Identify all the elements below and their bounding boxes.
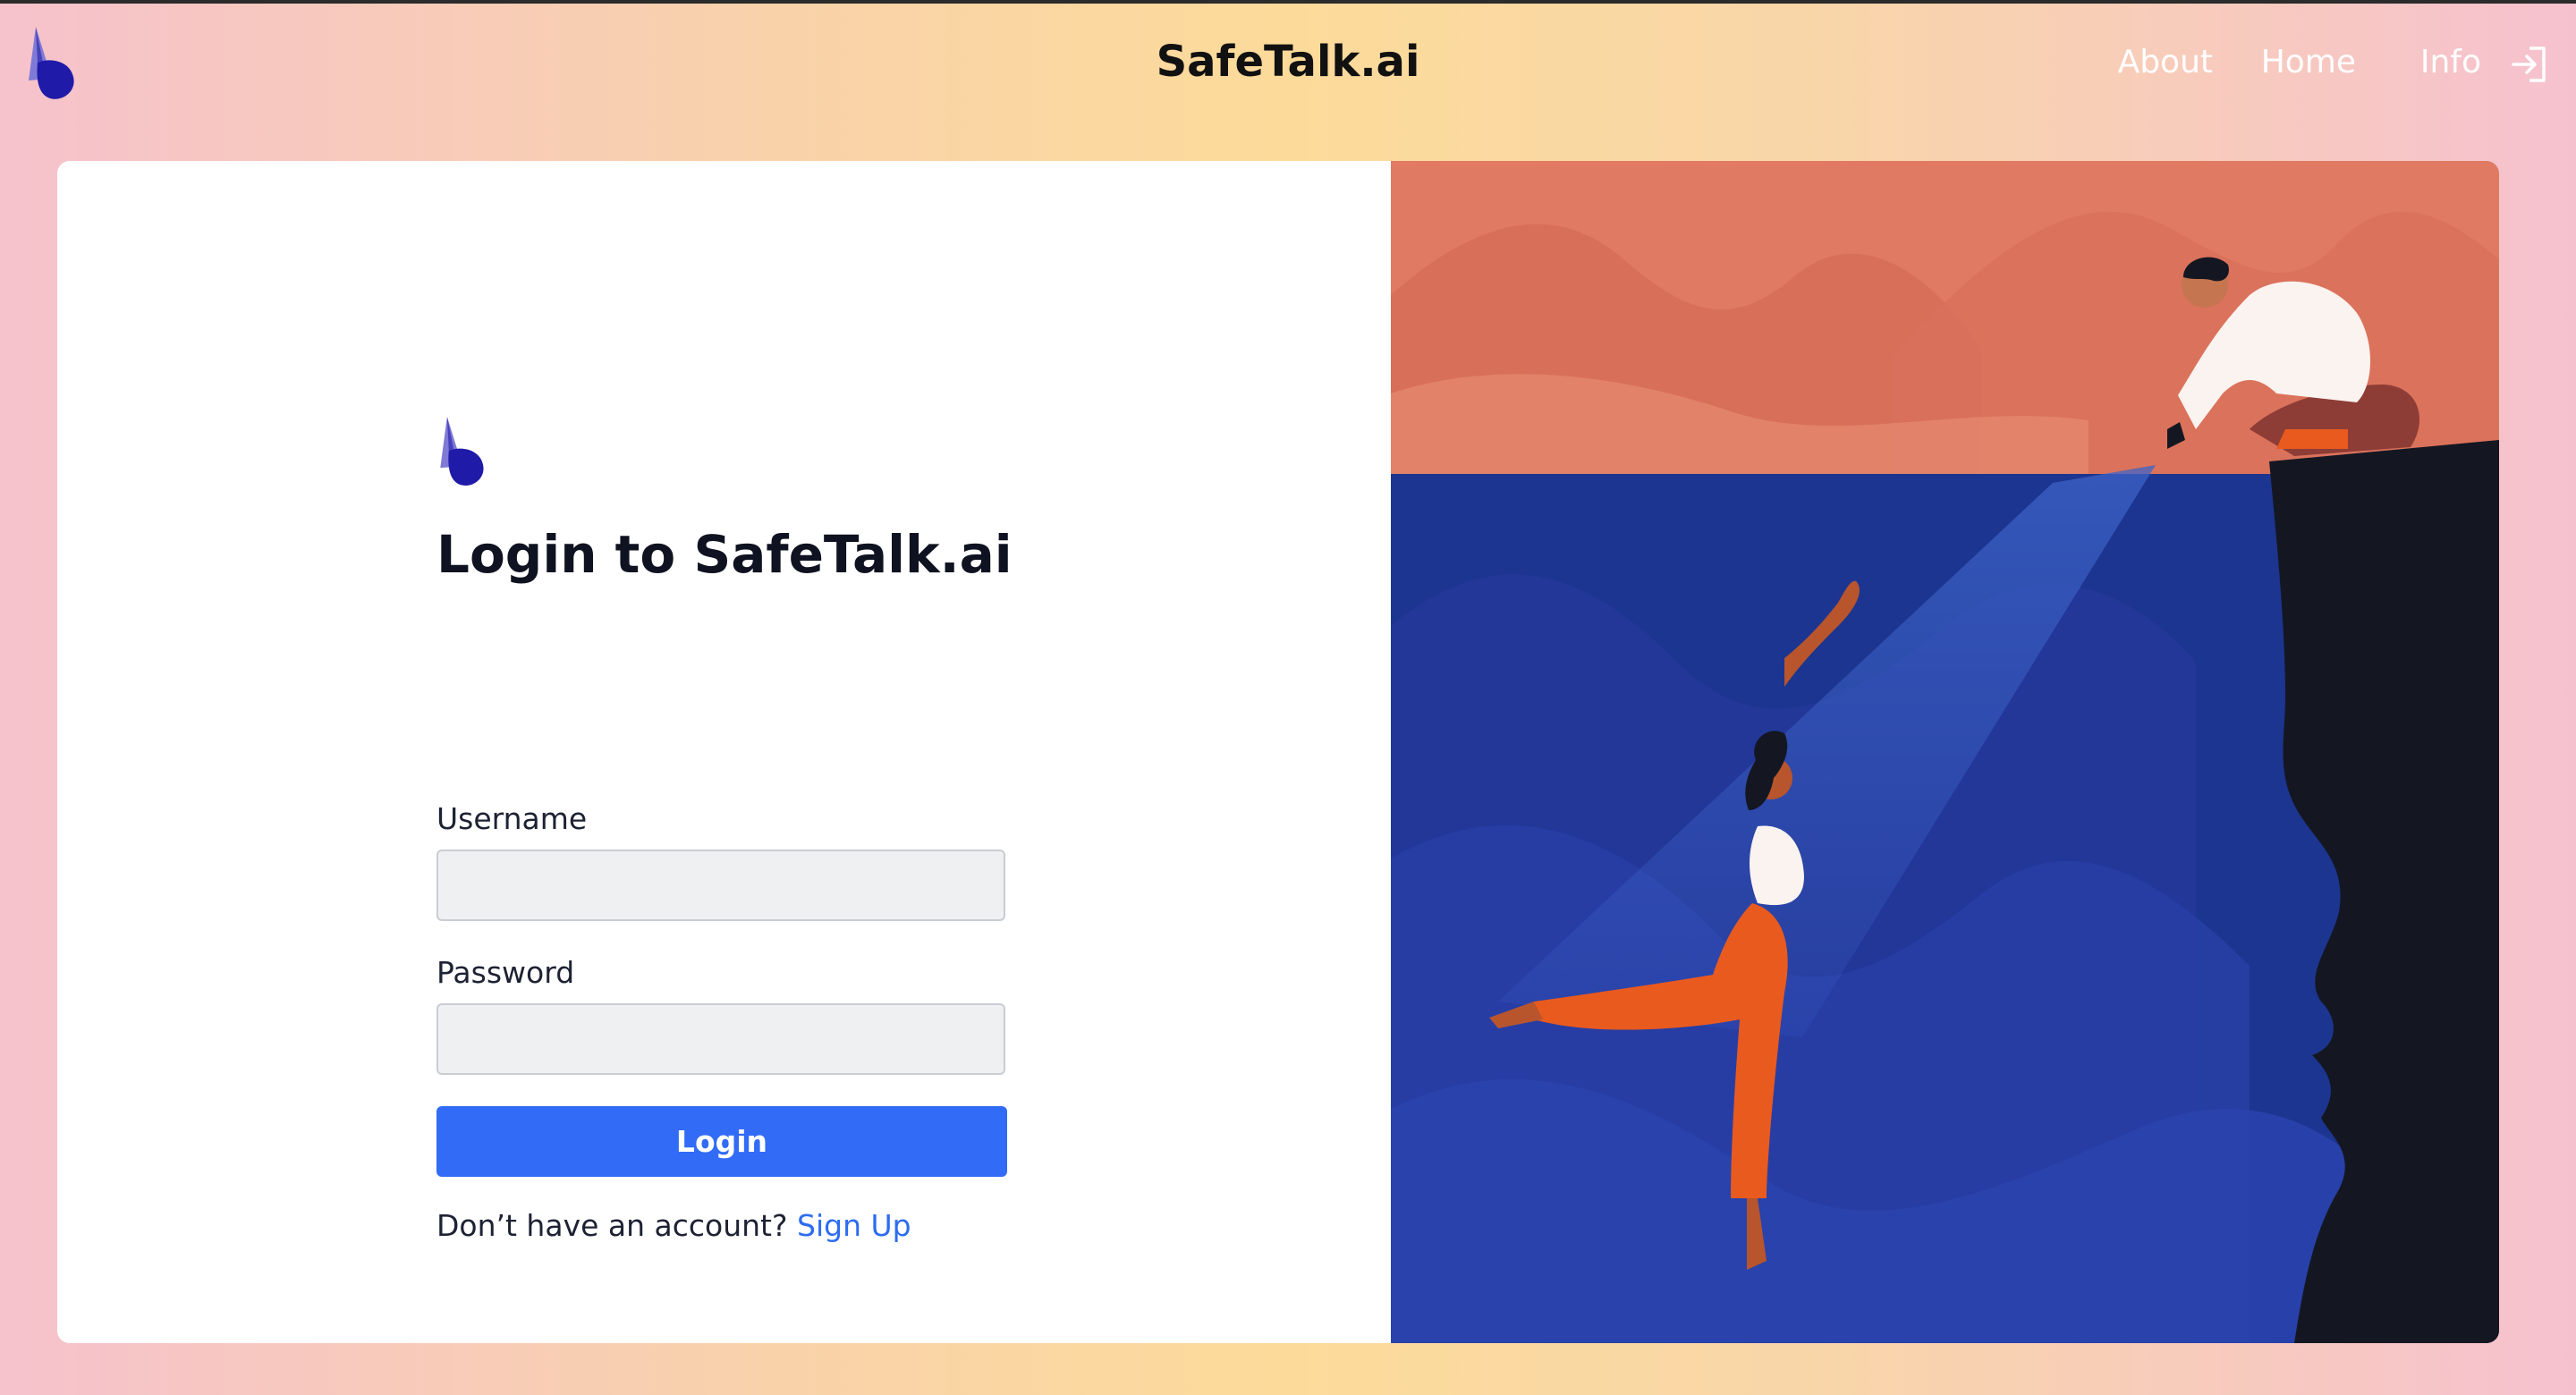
signup-link[interactable]: Sign Up — [797, 1208, 911, 1243]
illustration-svg — [1391, 161, 2499, 1343]
username-field[interactable] — [436, 850, 1005, 921]
password-field[interactable] — [436, 1003, 1005, 1075]
nav-links: About Home Info — [0, 36, 2576, 89]
safetalk-logo-icon — [440, 417, 484, 486]
signup-row: Don’t have an account? Sign Up — [436, 1204, 911, 1248]
nav-link-home[interactable]: Home — [2261, 36, 2356, 89]
helping-hand-illustration — [1391, 161, 2499, 1343]
username-label: Username — [436, 801, 588, 836]
login-card: Login to SafeTalk.ai Username Password L… — [57, 161, 2499, 1343]
nav-link-about[interactable]: About — [2118, 36, 2213, 89]
sign-in-icon[interactable] — [2510, 45, 2549, 84]
login-button[interactable]: Login — [436, 1106, 1007, 1177]
signup-prompt: Don’t have an account? — [436, 1208, 788, 1243]
navbar: SafeTalk.ai About Home Info — [0, 4, 2576, 156]
login-panel: Login to SafeTalk.ai Username Password L… — [57, 161, 1391, 1343]
page-title: Login to SafeTalk.ai — [436, 524, 1013, 585]
nav-link-info[interactable]: Info — [2420, 36, 2481, 89]
password-label: Password — [436, 955, 575, 990]
